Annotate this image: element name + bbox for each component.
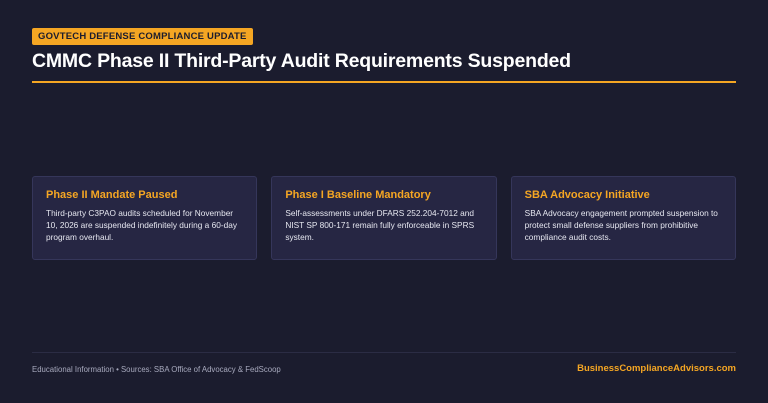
info-card-phase-i: Phase I Baseline Mandatory Self-assessme… [271, 176, 497, 260]
info-card-phase-ii: Phase II Mandate Paused Third-party C3PA… [32, 176, 258, 260]
card-title: Phase I Baseline Mandatory [285, 189, 431, 201]
category-badge: GOVTECH DEFENSE COMPLIANCE UPDATE [32, 28, 253, 45]
footer-sources: Educational Information • Sources: SBA O… [32, 365, 281, 374]
title-divider [32, 81, 736, 83]
info-cards: Phase II Mandate Paused Third-party C3PA… [32, 176, 736, 260]
card-body: SBA Advocacy engagement prompted suspens… [524, 208, 718, 242]
footer-brand: BusinessComplianceAdvisors.com [577, 363, 736, 374]
infographic-page: GOVTECH DEFENSE COMPLIANCE UPDATE CMMC P… [0, 0, 768, 403]
card-body: Third-party C3PAO audits scheduled for N… [46, 208, 237, 242]
footer-divider [32, 352, 736, 353]
card-body: Self-assessments under DFARS 252.204-701… [285, 208, 475, 242]
page-title: CMMC Phase II Third-Party Audit Requirem… [32, 50, 571, 72]
info-card-sba: SBA Advocacy Initiative SBA Advocacy eng… [510, 176, 736, 260]
card-title: Phase II Mandate Paused [46, 189, 178, 201]
card-title: SBA Advocacy Initiative [524, 189, 650, 201]
